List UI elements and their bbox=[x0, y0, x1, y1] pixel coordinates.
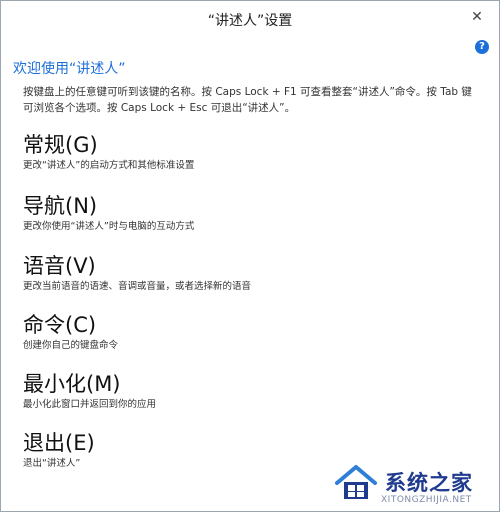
section-title-minimize[interactable]: 最小化(M) bbox=[23, 371, 463, 397]
section-desc-voice: 更改当前语音的语速、音调或音量，或者选择新的语音 bbox=[23, 281, 252, 292]
watermark-url: XITONGZHIJIA.NET bbox=[381, 495, 472, 505]
section-general[interactable]: 常规(G) 更改“讲述人”的启动方式和其他标准设置 bbox=[23, 132, 463, 173]
house-logo-icon bbox=[335, 465, 377, 499]
title-bar: “讲述人”设置 ✕ bbox=[1, 1, 499, 37]
intro-text: 按键盘上的任意键可听到该键的名称。按 Caps Lock + F1 可查看整套“… bbox=[23, 86, 472, 114]
section-minimize[interactable]: 最小化(M) 最小化此窗口并返回到你的应用 bbox=[23, 371, 463, 412]
section-title-commands[interactable]: 命令(C) bbox=[23, 312, 463, 338]
section-voice[interactable]: 语音(V) 更改当前语音的语速、音调或音量，或者选择新的语音 bbox=[23, 253, 463, 294]
section-title-general[interactable]: 常规(G) bbox=[23, 132, 463, 158]
help-icon[interactable]: ? bbox=[475, 40, 489, 54]
section-desc-navigation: 更改你使用“讲述人”时与电脑的互动方式 bbox=[23, 221, 195, 232]
section-commands[interactable]: 命令(C) 创建你自己的键盘命令 bbox=[23, 312, 463, 353]
welcome-heading: 欢迎使用“讲述人” bbox=[13, 61, 126, 77]
section-title-voice[interactable]: 语音(V) bbox=[23, 253, 463, 279]
section-desc-commands: 创建你自己的键盘命令 bbox=[23, 340, 119, 351]
watermark-title: 系统之家 bbox=[385, 471, 473, 495]
narrator-settings-window: “讲述人”设置 ✕ ? 欢迎使用“讲述人” 按键盘上的任意键可听到该键的名称。按… bbox=[0, 0, 500, 512]
section-title-navigation[interactable]: 导航(N) bbox=[23, 193, 463, 219]
section-desc-minimize: 最小化此窗口并返回到你的应用 bbox=[23, 399, 157, 410]
section-navigation[interactable]: 导航(N) 更改你使用“讲述人”时与电脑的互动方式 bbox=[23, 193, 463, 234]
section-desc-general: 更改“讲述人”的启动方式和其他标准设置 bbox=[23, 160, 195, 171]
site-watermark: 系统之家 XITONGZHIJIA.NET bbox=[333, 459, 499, 509]
close-button[interactable]: ✕ bbox=[463, 4, 491, 30]
section-title-exit[interactable]: 退出(E) bbox=[23, 430, 463, 456]
window-title: “讲述人”设置 bbox=[207, 13, 293, 29]
